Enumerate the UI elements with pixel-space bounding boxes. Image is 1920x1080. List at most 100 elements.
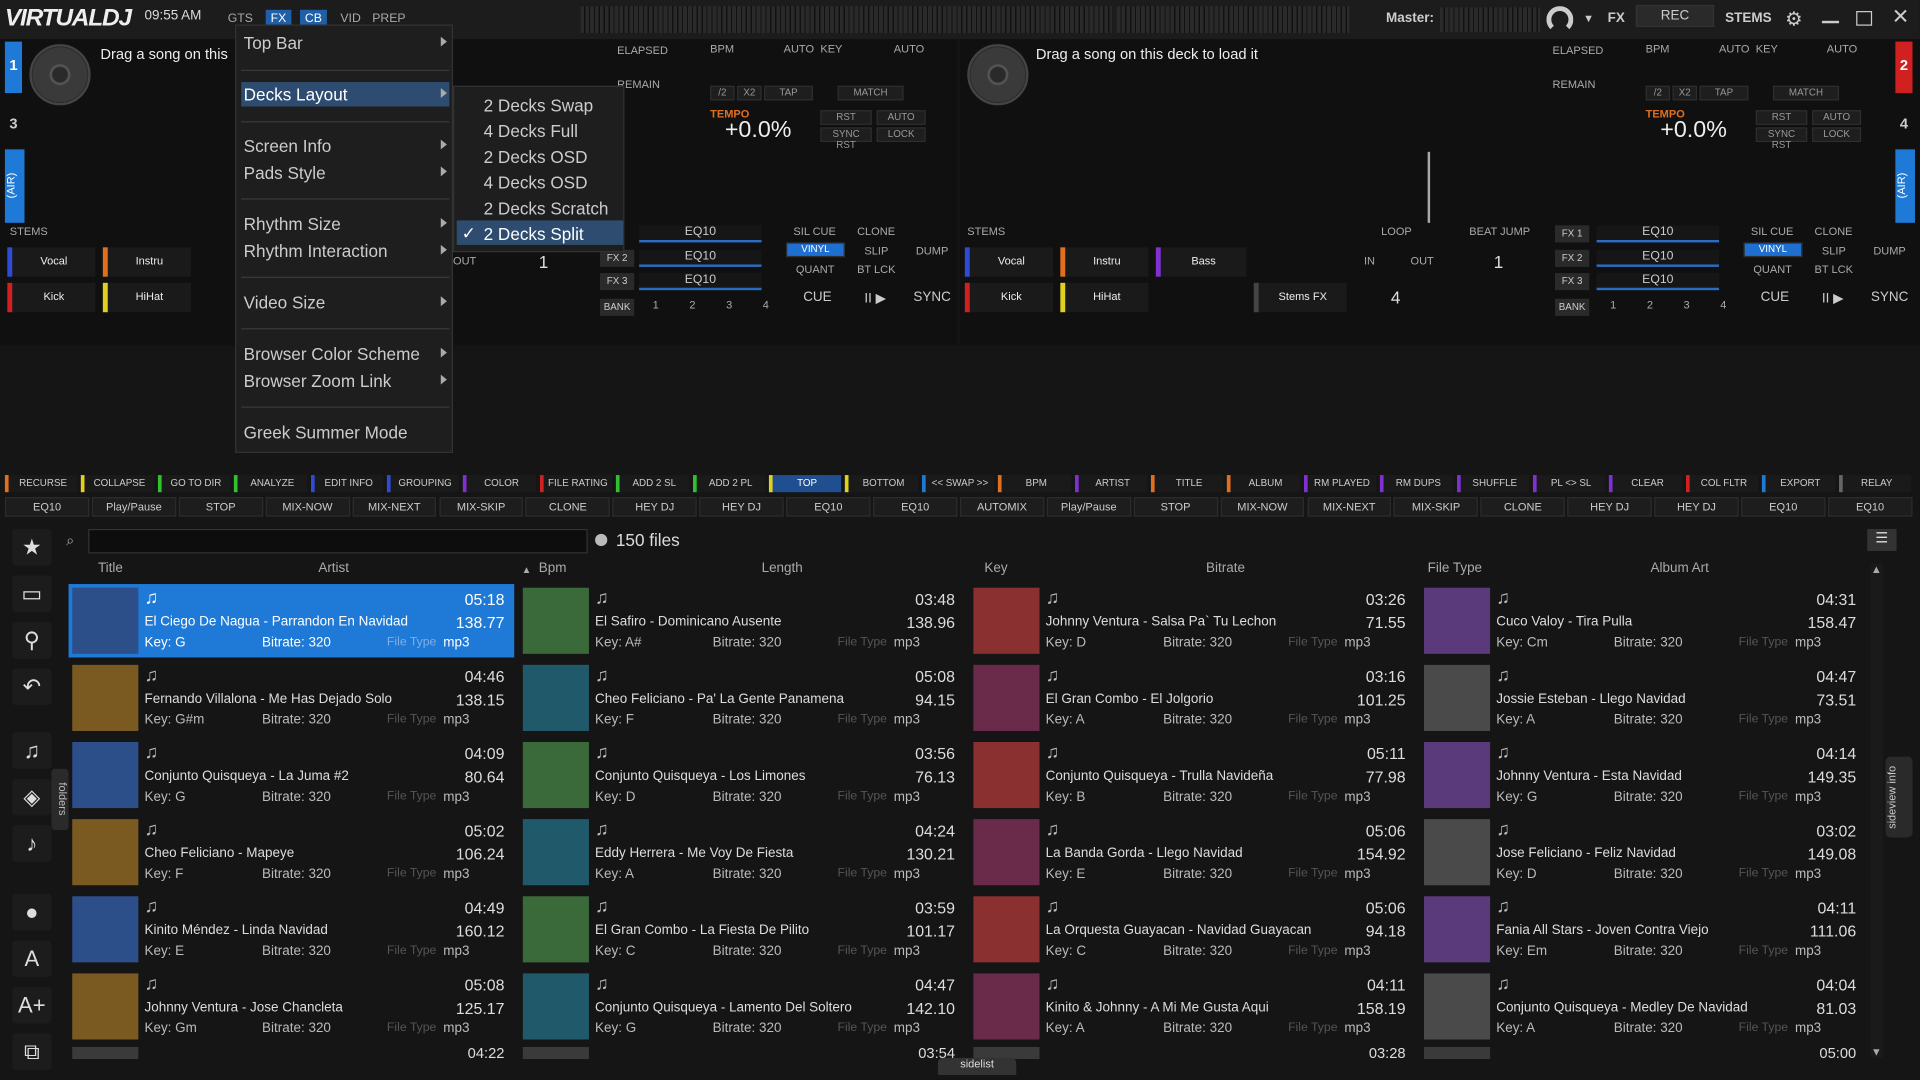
action-button-eq10[interactable]: EQ10 bbox=[1827, 497, 1913, 517]
toolbar-button-recurse[interactable]: RECURSE bbox=[4, 475, 78, 493]
toolbar-button-analyze[interactable]: ANALYZE bbox=[234, 475, 307, 493]
track-card-partial[interactable]: 05:00 bbox=[1420, 1046, 1866, 1060]
eq-fx2[interactable]: EQ10 bbox=[639, 249, 762, 267]
btlck-button[interactable]: BT LCK bbox=[857, 263, 895, 275]
action-button-eq10[interactable]: EQ10 bbox=[786, 497, 871, 517]
action-button-clone[interactable]: CLONE bbox=[1480, 497, 1566, 517]
tap-button[interactable]: TAP bbox=[764, 85, 814, 101]
close-icon[interactable]: ✕ bbox=[1892, 5, 1909, 29]
toolbar-button-go-to-dir[interactable]: GO TO DIR bbox=[157, 475, 231, 493]
eq-fx3[interactable]: EQ10 bbox=[639, 273, 762, 291]
list-view-icon[interactable]: ☰ bbox=[1867, 528, 1897, 551]
play-button[interactable]: II ▶ bbox=[864, 290, 886, 306]
track-card-partial[interactable]: 03:28 bbox=[970, 1046, 1416, 1060]
stems-button[interactable]: STEMS bbox=[1725, 11, 1771, 26]
col-file-type[interactable]: File Type bbox=[1428, 561, 1482, 578]
col-bitrate[interactable]: Bitrate bbox=[1206, 561, 1245, 578]
toolbar-button-edit-info[interactable]: EDIT INFO bbox=[310, 475, 384, 493]
action-button-hey-dj[interactable]: HEY DJ bbox=[699, 497, 784, 517]
action-button-mix-skip[interactable]: MIX-SKIP bbox=[1393, 497, 1479, 517]
action-button-mix-next[interactable]: MIX-NEXT bbox=[352, 497, 437, 517]
toolbar-button-clear[interactable]: CLEAR bbox=[1609, 475, 1683, 493]
track-card[interactable]: ♫ 05:06 154.92 La Banda Gorda - Llego Navid… bbox=[970, 815, 1416, 888]
bank-4[interactable]: 4 bbox=[1720, 299, 1726, 311]
deck-number-alt[interactable]: 3 bbox=[5, 100, 22, 151]
vinyl-button[interactable]: VINYL bbox=[786, 242, 845, 258]
sync-button[interactable]: SYNC bbox=[913, 290, 950, 305]
col-artist[interactable]: Artist bbox=[318, 561, 349, 578]
sideview-tab[interactable]: sideview info bbox=[1885, 756, 1913, 838]
menu-item-browser-zoom-link[interactable]: Browser Zoom Link bbox=[241, 369, 449, 393]
toolbar-button-color[interactable]: COLOR bbox=[463, 475, 537, 493]
crossfader-line[interactable] bbox=[1427, 151, 1431, 223]
menu-item-top-bar[interactable]: Top Bar bbox=[241, 31, 449, 55]
toolbar-button-grouping[interactable]: GROUPING bbox=[386, 475, 460, 493]
filter-icon[interactable]: ⚲ bbox=[12, 621, 52, 659]
bank-2[interactable]: 2 bbox=[1647, 299, 1653, 311]
scrollbar[interactable]: ▲ ▼ bbox=[1870, 563, 1884, 1058]
folders-tab[interactable]: folders bbox=[51, 768, 69, 831]
search-input[interactable] bbox=[88, 528, 588, 554]
platter-icon[interactable] bbox=[29, 44, 91, 106]
air-tab[interactable]: (AIR) bbox=[1895, 149, 1915, 223]
dump-button[interactable]: DUMP bbox=[916, 245, 948, 257]
stem-pad-bass[interactable]: Bass bbox=[1155, 247, 1247, 277]
silcue-label[interactable]: SIL CUE bbox=[1751, 225, 1793, 237]
col-bpm[interactable]: Bpm bbox=[539, 561, 567, 578]
col-album-art[interactable]: Album Art bbox=[1650, 561, 1708, 578]
stem-pad-hihat[interactable]: HiHat bbox=[102, 282, 192, 313]
track-card-partial[interactable]: 04:22 bbox=[69, 1046, 515, 1060]
tempo-auto-button[interactable]: AUTO bbox=[876, 110, 926, 125]
slip-button[interactable]: SLIP bbox=[864, 245, 888, 257]
slip-button[interactable]: SLIP bbox=[1822, 245, 1846, 257]
platter-icon[interactable] bbox=[967, 44, 1029, 106]
clone-label[interactable]: CLONE bbox=[857, 225, 895, 237]
toolbar-button-album[interactable]: ALBUM bbox=[1227, 475, 1301, 493]
track-card[interactable]: ♫ 03:48 138.96 El Safiro - Dominicano Ausen… bbox=[519, 584, 965, 657]
deck-number-alt[interactable]: 4 bbox=[1895, 100, 1912, 151]
eq-fx1[interactable]: EQ10 bbox=[1596, 225, 1720, 243]
tempo-reset-button[interactable]: RST bbox=[1755, 110, 1808, 125]
stem-pad-kick[interactable]: Kick bbox=[964, 282, 1053, 313]
match-button[interactable]: MATCH bbox=[1772, 85, 1840, 101]
col-title[interactable]: Title bbox=[98, 561, 123, 578]
double-button[interactable]: X2 bbox=[737, 85, 762, 101]
track-card[interactable]: ♫ 03:02 149.08 Jose Feliciano - Feliz Navid… bbox=[1420, 815, 1866, 888]
loop-length[interactable]: 4 bbox=[1391, 288, 1401, 308]
action-button-eq10[interactable]: EQ10 bbox=[4, 497, 90, 517]
bank-3[interactable]: 3 bbox=[1684, 299, 1690, 311]
cue-button[interactable]: CUE bbox=[803, 290, 831, 305]
folder-add-icon[interactable]: ▭ bbox=[12, 575, 52, 613]
col-key[interactable]: Key bbox=[984, 561, 1007, 578]
toolbar-button-collapse[interactable]: COLLAPSE bbox=[81, 475, 155, 493]
submenu-item-2-decks-split[interactable]: 2 Decks Split bbox=[456, 220, 624, 245]
track-card[interactable]: ♫ 05:06 94.18 La Orquesta Guayacan - Navida… bbox=[970, 893, 1416, 966]
star-icon[interactable]: ★ bbox=[12, 528, 52, 566]
scroll-up-icon[interactable]: ▲ bbox=[1871, 563, 1882, 575]
menu-item-greek-summer-mode[interactable]: Greek Summer Mode bbox=[241, 420, 449, 444]
action-button-eq10[interactable]: EQ10 bbox=[872, 497, 958, 517]
loop-out-button[interactable]: OUT bbox=[1411, 255, 1434, 267]
headphones-icon[interactable] bbox=[1546, 6, 1574, 34]
silcue-label[interactable]: SIL CUE bbox=[793, 225, 835, 237]
toolbar-button-pl-sl[interactable]: PL <> SL bbox=[1532, 475, 1606, 493]
action-button-stop[interactable]: STOP bbox=[1133, 497, 1218, 517]
toolbar-button-artist[interactable]: ARTIST bbox=[1074, 475, 1148, 493]
clone-label[interactable]: CLONE bbox=[1815, 225, 1853, 237]
track-card[interactable]: ♫ 04:04 81.03 Conjunto Quisqueya - Medley D… bbox=[1420, 970, 1866, 1043]
stem-pad-instru[interactable]: Instru bbox=[102, 247, 192, 277]
tempo-auto-button[interactable]: AUTO bbox=[1812, 110, 1862, 125]
deck-number[interactable]: 1 bbox=[4, 41, 23, 94]
tap-button[interactable]: TAP bbox=[1699, 85, 1749, 101]
menu-item-browser-color-scheme[interactable]: Browser Color Scheme bbox=[241, 342, 449, 366]
air-tab[interactable]: (AIR) bbox=[4, 149, 25, 223]
fx3-button[interactable]: FX 3 bbox=[599, 273, 635, 291]
toolbar-button-export[interactable]: EXPORT bbox=[1762, 475, 1835, 493]
play-button[interactable]: II ▶ bbox=[1822, 290, 1844, 306]
track-card[interactable]: ♫ 03:59 101.17 El Gran Combo - La Fiesta De… bbox=[519, 893, 965, 966]
track-card[interactable]: ♫ 05:02 106.24 Cheo Feliciano - Mapeye Key: … bbox=[69, 815, 515, 888]
track-card[interactable]: ♫ 04:09 80.64 Conjunto Quisqueya - La Juma … bbox=[69, 738, 515, 811]
track-card[interactable]: ♫ 03:26 71.55 Johnny Ventura - Salsa Pa` Tu… bbox=[970, 584, 1416, 657]
text-size-icon[interactable]: A bbox=[12, 940, 52, 978]
fx1-button[interactable]: FX 1 bbox=[1554, 225, 1590, 243]
